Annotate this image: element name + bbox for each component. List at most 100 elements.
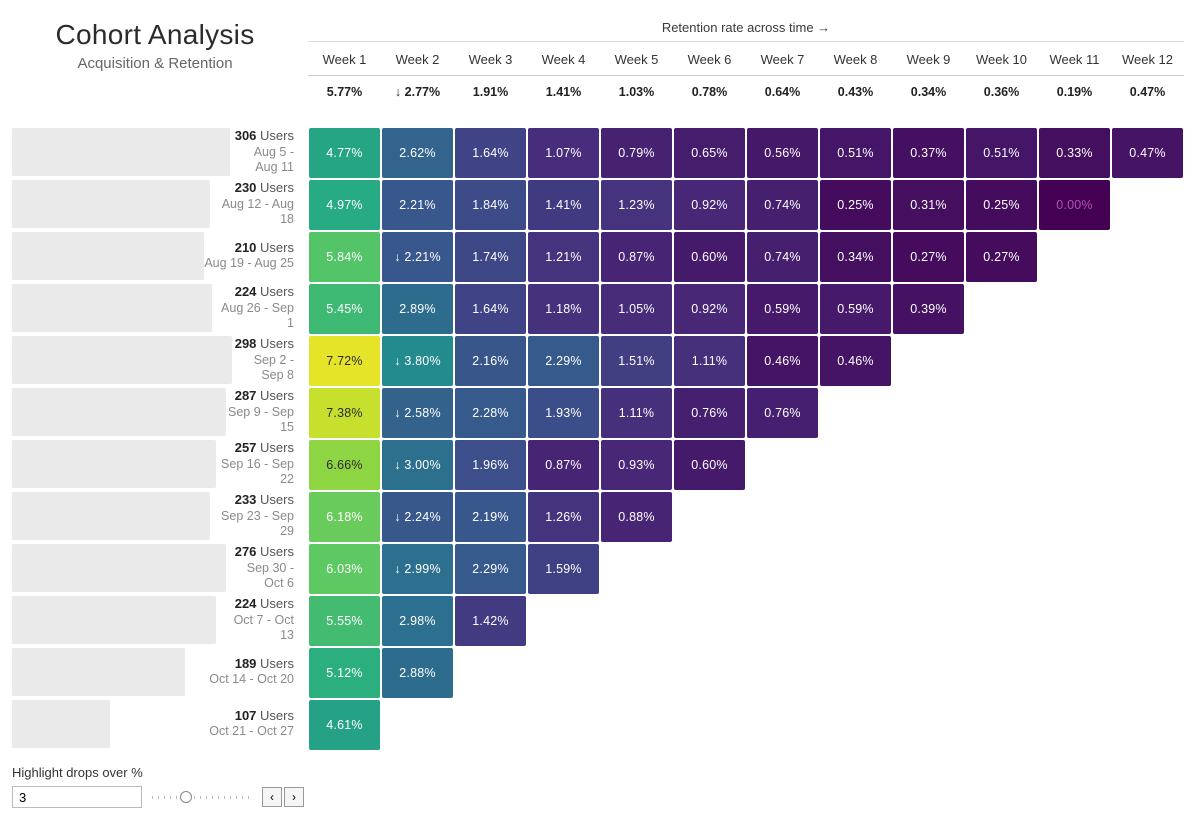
heatmap-cell[interactable]: 6.66% <box>309 440 380 490</box>
heatmap-cell[interactable]: 4.61% <box>309 700 380 750</box>
heatmap-cell[interactable]: 5.55% <box>309 596 380 646</box>
heatmap-cell[interactable]: 1.18% <box>528 284 599 334</box>
heatmap-cell[interactable]: 0.25% <box>966 180 1037 230</box>
heatmap-cell[interactable]: 1.93% <box>528 388 599 438</box>
heatmap-cell[interactable]: 1.64% <box>455 128 526 178</box>
cohort-users-count: 224 <box>235 596 257 611</box>
heatmap-cell[interactable]: 3.80% <box>382 336 453 386</box>
heatmap-cell[interactable]: 1.64% <box>455 284 526 334</box>
heatmap-cell[interactable]: 0.76% <box>674 388 745 438</box>
heatmap-cell[interactable]: 2.88% <box>382 648 453 698</box>
heatmap-cell[interactable]: 0.87% <box>528 440 599 490</box>
heatmap-cell[interactable]: 2.29% <box>455 544 526 594</box>
users-suffix: Users <box>260 544 294 559</box>
heatmap-cell[interactable]: 2.28% <box>455 388 526 438</box>
heatmap-cell[interactable]: 0.27% <box>966 232 1037 282</box>
heatmap-cell[interactable]: 1.42% <box>455 596 526 646</box>
heatmap-cell[interactable]: 2.89% <box>382 284 453 334</box>
heatmap-cell[interactable]: 1.41% <box>528 180 599 230</box>
heatmap-cell[interactable]: 1.07% <box>528 128 599 178</box>
heatmap-cell[interactable]: 0.60% <box>674 232 745 282</box>
heatmap-cell[interactable]: 0.93% <box>601 440 672 490</box>
heatmap-cell[interactable]: 4.77% <box>309 128 380 178</box>
heatmap-cell[interactable]: 0.00% <box>1039 180 1110 230</box>
users-suffix: Users <box>260 388 294 403</box>
heatmap-cell[interactable]: 0.31% <box>893 180 964 230</box>
heatmap-cell[interactable]: 1.11% <box>601 388 672 438</box>
users-suffix: Users <box>260 596 294 611</box>
heatmap-cell[interactable]: 1.23% <box>601 180 672 230</box>
heatmap-cell[interactable]: 2.62% <box>382 128 453 178</box>
heatmap-cell[interactable]: 0.34% <box>820 232 891 282</box>
threshold-decrement-button[interactable]: ‹ <box>262 787 282 807</box>
heatmap-cell[interactable]: 1.26% <box>528 492 599 542</box>
heatmap-cell[interactable]: 1.59% <box>528 544 599 594</box>
heatmap-cell[interactable]: 6.18% <box>309 492 380 542</box>
heatmap-cell[interactable]: 0.56% <box>747 128 818 178</box>
heatmap-cell[interactable]: 1.51% <box>601 336 672 386</box>
heatmap-cell[interactable]: 6.03% <box>309 544 380 594</box>
highlight-threshold-input[interactable] <box>12 786 142 808</box>
heatmap-cell[interactable]: 1.84% <box>455 180 526 230</box>
heatmap-cell[interactable]: 5.45% <box>309 284 380 334</box>
heatmap-cell[interactable]: 0.46% <box>820 336 891 386</box>
week-header: Week 9 <box>892 42 965 76</box>
heatmap-cell[interactable]: 0.51% <box>820 128 891 178</box>
heatmap-cell[interactable]: 2.19% <box>455 492 526 542</box>
heatmap-cell[interactable]: 0.76% <box>747 388 818 438</box>
heatmap-cell[interactable]: 1.74% <box>455 232 526 282</box>
heatmap-cell[interactable]: 0.59% <box>747 284 818 334</box>
heatmap-cell[interactable]: 5.84% <box>309 232 380 282</box>
heatmap-cell[interactable]: 0.46% <box>747 336 818 386</box>
heatmap-cell[interactable]: 0.59% <box>820 284 891 334</box>
heatmap-cell[interactable]: 0.47% <box>1112 128 1183 178</box>
heatmap-cell[interactable]: 0.37% <box>893 128 964 178</box>
heatmap-cell[interactable]: 0.88% <box>601 492 672 542</box>
heatmap-cell[interactable]: 0.27% <box>893 232 964 282</box>
heatmap-cell[interactable]: 0.74% <box>747 180 818 230</box>
cohort-row-label: 210 UsersAug 19 - Aug 25 <box>12 231 308 281</box>
heatmap-cell[interactable]: 0.74% <box>747 232 818 282</box>
heatmap-cell[interactable]: 0.65% <box>674 128 745 178</box>
heatmap-cell[interactable]: 0.33% <box>1039 128 1110 178</box>
heatmap-cell[interactable]: 0.79% <box>601 128 672 178</box>
week-header: Week 5 <box>600 42 673 76</box>
cohort-row-label: 306 UsersAug 5 - Aug 11 <box>12 127 308 177</box>
acquisition-bar <box>12 128 230 176</box>
heatmap-cell[interactable]: 2.99% <box>382 544 453 594</box>
heatmap-cell[interactable]: 1.21% <box>528 232 599 282</box>
heatmap-cell[interactable]: 0.51% <box>966 128 1037 178</box>
heatmap-cell[interactable]: 1.11% <box>674 336 745 386</box>
heatmap-cell[interactable]: 5.12% <box>309 648 380 698</box>
heatmap-cell[interactable]: 2.21% <box>382 232 453 282</box>
column-summary: 2.77% <box>381 76 454 109</box>
heatmap-cell[interactable]: 0.39% <box>893 284 964 334</box>
threshold-slider[interactable] <box>152 788 252 806</box>
heatmap-cell[interactable]: 4.97% <box>309 180 380 230</box>
heatmap-cell[interactable]: 0.25% <box>820 180 891 230</box>
cohort-users-count: 257 <box>235 440 257 455</box>
heatmap-cell[interactable]: 2.21% <box>382 180 453 230</box>
heatmap-cell[interactable]: 1.96% <box>455 440 526 490</box>
threshold-increment-button[interactable]: › <box>284 787 304 807</box>
heatmap-cell[interactable]: 0.92% <box>674 180 745 230</box>
users-suffix: Users <box>260 240 294 255</box>
heatmap-cell[interactable]: 2.29% <box>528 336 599 386</box>
cohort-users-count: 306 <box>235 128 257 143</box>
heatmap-cell[interactable]: 7.72% <box>309 336 380 386</box>
heatmap-cell[interactable]: 7.38% <box>309 388 380 438</box>
heatmap-cell[interactable]: 2.16% <box>455 336 526 386</box>
heatmap-cell[interactable]: 2.24% <box>382 492 453 542</box>
heatmap-cell[interactable]: 2.58% <box>382 388 453 438</box>
heatmap-cell[interactable]: 0.92% <box>674 284 745 334</box>
heatmap-cell[interactable]: 1.05% <box>601 284 672 334</box>
cohort-dates: Sep 30 - Oct 6 <box>226 561 294 592</box>
cohort-dates: Sep 2 - Sep 8 <box>232 353 294 384</box>
week-header: Week 10 <box>965 42 1038 76</box>
week-header: Week 11 <box>1038 42 1111 76</box>
heatmap-cell[interactable]: 2.98% <box>382 596 453 646</box>
heatmap-cell[interactable]: 0.60% <box>674 440 745 490</box>
heatmap-cell[interactable]: 3.00% <box>382 440 453 490</box>
cohort-dates: Sep 23 - Sep 29 <box>210 509 294 540</box>
heatmap-cell[interactable]: 0.87% <box>601 232 672 282</box>
